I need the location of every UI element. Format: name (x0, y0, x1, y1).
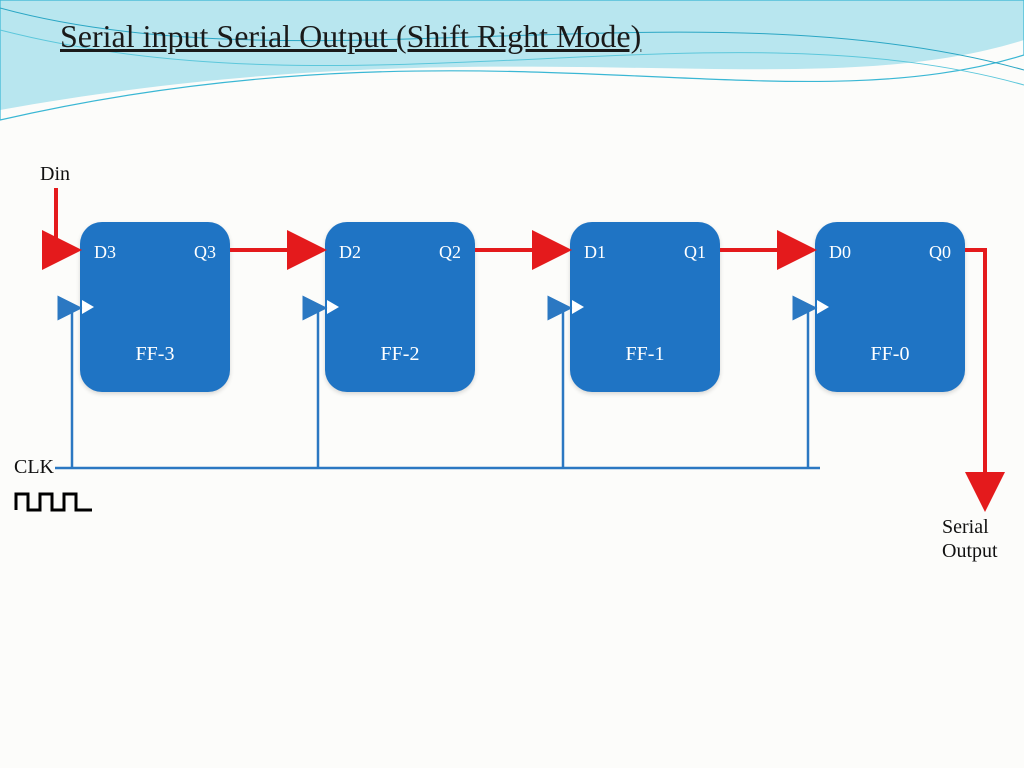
ff1-clk-indicator (572, 300, 584, 314)
ff3-clk-indicator (82, 300, 94, 314)
ff0-name: FF-0 (815, 343, 965, 366)
ff2-q-label: Q2 (439, 242, 461, 263)
din-label: Din (40, 163, 70, 186)
ff2-d-label: D2 (339, 242, 361, 263)
flipflop-3: D3 Q3 FF-3 (80, 222, 230, 392)
flipflop-1: D1 Q1 FF-1 (570, 222, 720, 392)
ff0-d-label: D0 (829, 242, 851, 263)
ff3-d-label: D3 (94, 242, 116, 263)
ff2-clk-indicator (327, 300, 339, 314)
ff1-q-label: Q1 (684, 242, 706, 263)
ff3-q-label: Q3 (194, 242, 216, 263)
ff0-clk-indicator (817, 300, 829, 314)
flipflop-2: D2 Q2 FF-2 (325, 222, 475, 392)
serial-output-label: Serial Output (942, 515, 998, 563)
flipflop-0: D0 Q0 FF-0 (815, 222, 965, 392)
ff1-d-label: D1 (584, 242, 606, 263)
ff0-q-label: Q0 (929, 242, 951, 263)
page-title: Serial input Serial Output (Shift Right … (60, 18, 641, 55)
clock-waveform-icon (14, 490, 94, 514)
ff2-name: FF-2 (325, 343, 475, 366)
ff3-name: FF-3 (80, 343, 230, 366)
clk-label: CLK (14, 456, 54, 479)
ff1-name: FF-1 (570, 343, 720, 366)
